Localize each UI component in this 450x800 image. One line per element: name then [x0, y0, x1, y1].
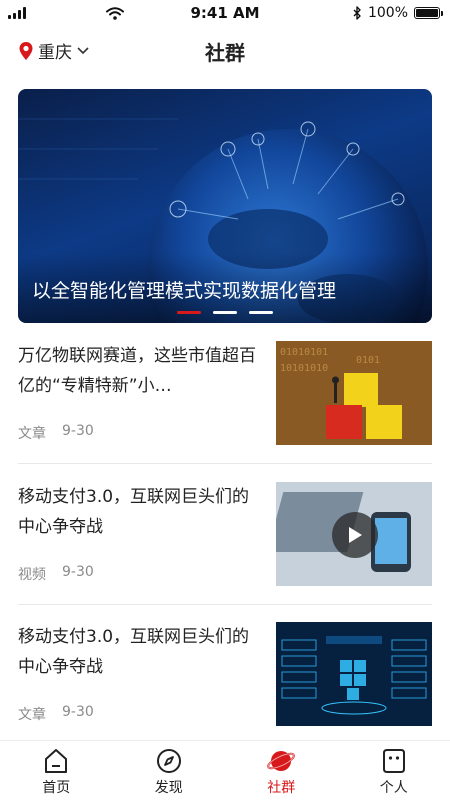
article-date: 9-30 [62, 423, 94, 439]
article-title: 万亿物联网赛道，这些市值超百亿的“专精特新”小… [18, 346, 256, 396]
article-title: 移动支付3.0，互联网巨头们的中心争夺战 [18, 487, 250, 537]
play-button[interactable] [332, 512, 378, 558]
svg-text:01010101: 01010101 [280, 347, 328, 358]
article-thumbnail: 01010101 10101010 0101 [276, 341, 432, 445]
article-thumbnail [276, 482, 432, 586]
article-item[interactable]: 移动支付3.0，互联网巨头们的中心争夺战 文章 9-30 [18, 622, 432, 726]
status-time: 9:41 AM [190, 4, 260, 22]
tab-label: 发现 [154, 780, 183, 796]
profile-icon [382, 749, 405, 773]
battery-level [416, 9, 438, 17]
banner-carousel[interactable]: 以全智能化管理模式实现数据化管理 [18, 89, 432, 323]
tab-home[interactable]: 首页 [0, 741, 113, 800]
article-meta: 视频 9-30 [18, 564, 94, 584]
dashboard-image [276, 622, 432, 726]
article-meta: 文章 9-30 [18, 423, 94, 443]
tab-label: 社群 [267, 780, 296, 796]
article-date: 9-30 [62, 564, 94, 580]
carousel-dot[interactable] [177, 311, 201, 314]
page-title: 社群 [205, 41, 245, 65]
carousel-dot[interactable] [249, 311, 273, 314]
header: 重庆 社群 [0, 26, 450, 76]
tab-profile[interactable]: 个人 [338, 741, 450, 800]
article-category: 视频 [18, 567, 46, 583]
article-category: 文章 [18, 426, 46, 442]
tab-bar: 首页 发现 社群 个人 [0, 740, 450, 800]
divider [18, 604, 432, 605]
svg-text:10101010: 10101010 [280, 363, 328, 374]
article-category: 文章 [18, 707, 46, 723]
battery-icon [414, 7, 443, 19]
svg-text:0101: 0101 [356, 355, 380, 366]
iot-blocks-image: 01010101 10101010 0101 [276, 341, 432, 445]
article-item[interactable]: 万亿物联网赛道，这些市值超百亿的“专精特新”小… 文章 9-30 0101010… [18, 341, 432, 445]
article-meta: 文章 9-30 [18, 704, 94, 724]
carousel-dot[interactable] [213, 311, 237, 314]
tab-label: 首页 [42, 780, 71, 796]
banner-caption: 以全智能化管理模式实现数据化管理 [32, 280, 337, 302]
article-date: 9-30 [62, 704, 94, 720]
play-icon [349, 527, 362, 543]
compass-icon [156, 749, 181, 773]
tab-community[interactable]: 社群 [225, 741, 338, 800]
carousel-indicator [18, 311, 432, 314]
divider [18, 463, 432, 464]
article-thumbnail [276, 622, 432, 726]
tab-discover[interactable]: 发现 [113, 741, 226, 800]
status-bar: 9:41 AM 100% [0, 0, 450, 26]
article-item[interactable]: 移动支付3.0，互联网巨头们的中心争夺战 视频 9-30 [18, 482, 432, 586]
planet-icon [267, 751, 296, 771]
home-icon [45, 749, 68, 773]
article-title: 移动支付3.0，互联网巨头们的中心争夺战 [18, 627, 250, 677]
tab-label: 个人 [379, 780, 408, 796]
